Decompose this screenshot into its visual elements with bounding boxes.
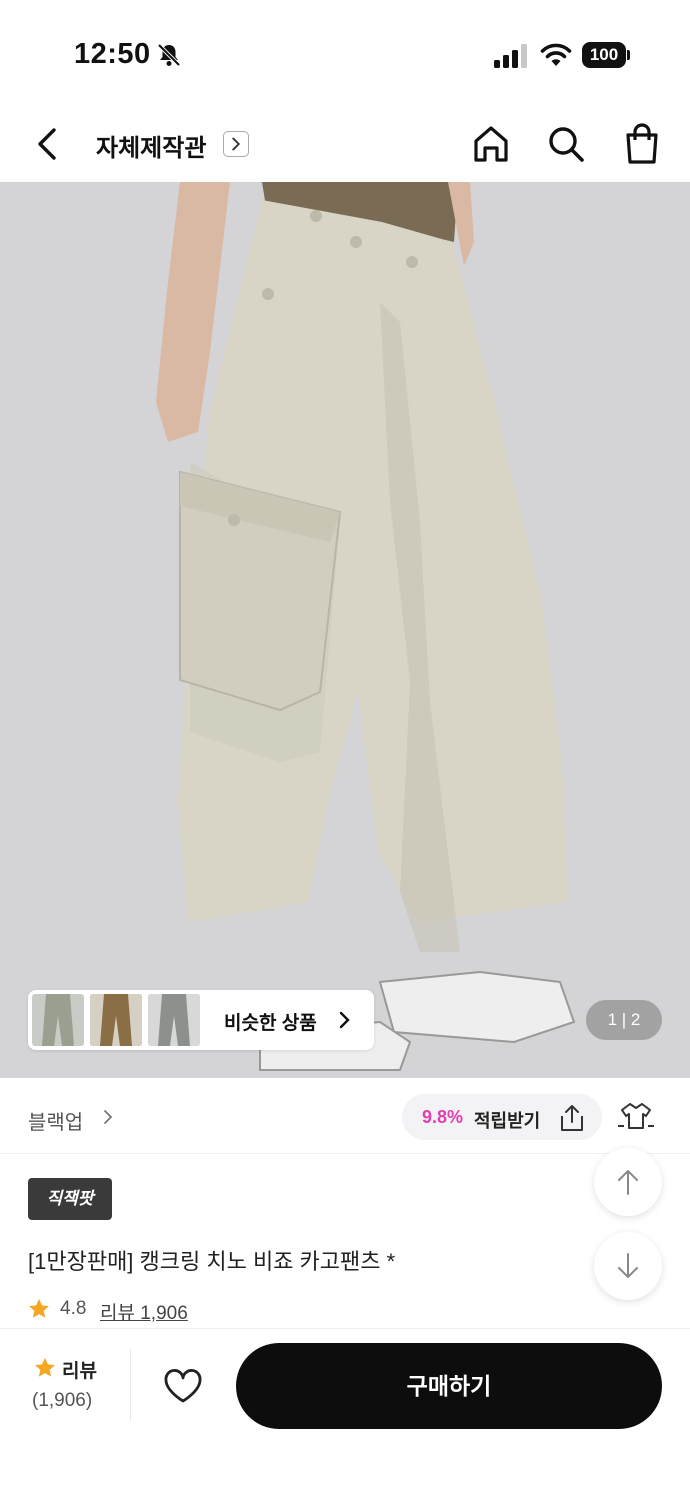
brand-row: 블랙업 9.8% 적립받기 [0,1078,690,1154]
points-percent: 9.8% [422,1107,464,1127]
battery-icon: 100 [582,42,630,68]
status-time: 12:50 [74,38,151,70]
shopping-bag-icon[interactable] [622,122,662,164]
similar-thumbnail[interactable] [90,994,142,1046]
review-summary-button[interactable]: 리뷰 (1,906) [22,1353,112,1423]
home-icon[interactable] [472,124,510,164]
share-icon[interactable] [556,1102,588,1134]
chevron-right-icon[interactable] [223,131,249,157]
chevron-right-icon[interactable] [102,1108,114,1126]
product-title: [1만장판매] 캥크링 치노 비죠 카고팬츠 * [28,1249,396,1274]
buy-button[interactable]: 구매하기 [236,1343,662,1429]
heart-icon[interactable] [162,1367,204,1405]
rating-value: 4.8 [60,1298,87,1319]
product-photo [0,182,690,1078]
review-label: 리뷰 [62,1361,97,1382]
star-icon [35,1357,55,1377]
scroll-down-button[interactable] [594,1232,662,1300]
bottom-purchase-bar: 리뷰 (1,906) 구매하기 [0,1328,690,1500]
arrow-down-icon [618,1253,638,1278]
search-icon[interactable] [546,124,586,164]
outfit-icon[interactable] [616,1100,656,1134]
chevron-left-icon[interactable] [30,124,64,164]
star-icon [29,1298,49,1318]
chevron-right-icon [339,1011,350,1029]
review-count: (1,906) [32,1390,93,1411]
similar-products-label: 비슷한 상품 [224,1013,317,1034]
bell-slash-icon [157,43,181,67]
arrow-up-icon [618,1170,638,1195]
review-link[interactable]: 리뷰 1,906 [100,1298,188,1325]
battery-level: 100 [582,42,626,68]
status-bar: 12:50 100 [0,0,690,100]
page-title[interactable]: 자체제작관 [96,128,206,163]
top-nav: 자체제작관 [0,100,690,182]
similar-products-card[interactable]: 비슷한 상품 [28,990,374,1050]
scroll-up-button[interactable] [594,1148,662,1216]
product-image[interactable]: 비슷한 상품 1 | 2 [0,182,690,1078]
similar-thumbnail[interactable] [32,994,84,1046]
signal-icon [494,44,527,68]
wifi-icon [540,43,572,66]
jackpot-badge: 직잭팟 [28,1178,112,1220]
points-label: 적립받기 [474,1111,541,1131]
image-page-indicator: 1 | 2 [586,1000,662,1040]
divider [130,1349,131,1421]
similar-thumbnail[interactable] [148,994,200,1046]
brand-link[interactable]: 블랙업 [28,1106,83,1135]
